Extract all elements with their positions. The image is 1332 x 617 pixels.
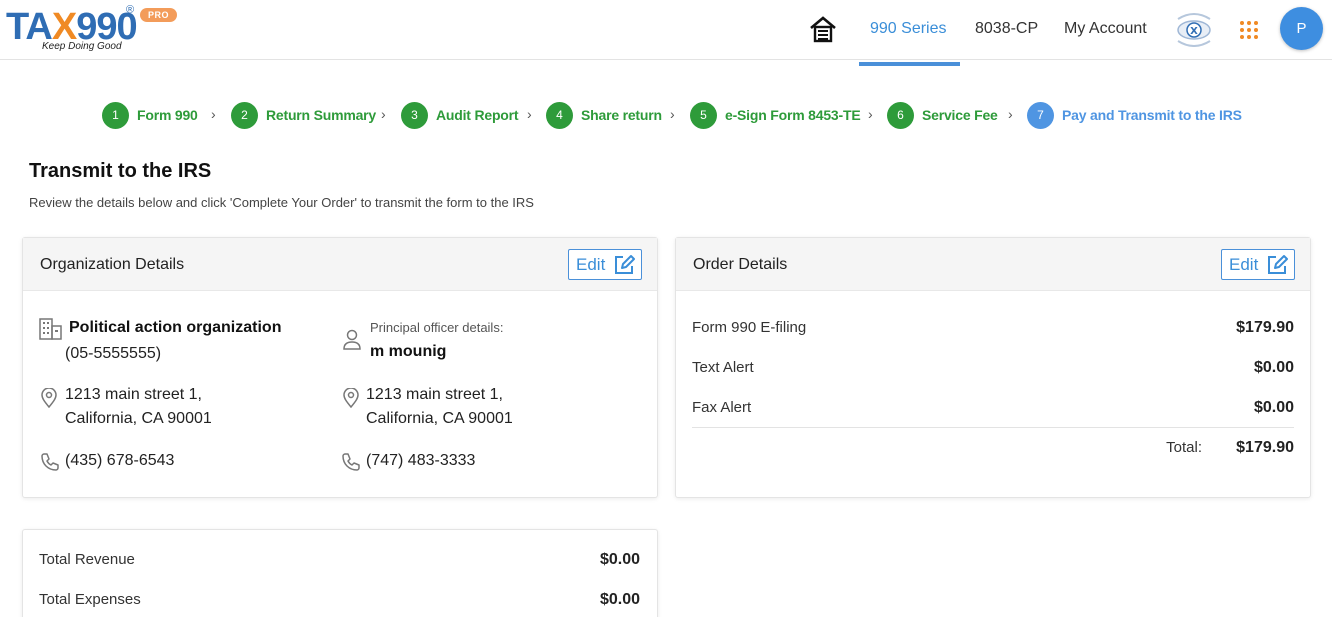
edit-order-button[interactable]: Edit (1221, 249, 1295, 280)
step-number: 4 (546, 101, 573, 129)
svg-text:X: X (1190, 26, 1198, 37)
step-return-summary[interactable]: 2 Return Summary (231, 100, 376, 130)
tax990-logo[interactable]: TAX990 ® PRO Keep Doing Good (6, 4, 186, 56)
step-audit-report[interactable]: 3 Audit Report (401, 100, 519, 130)
step-number: 7 (1027, 101, 1054, 129)
product-switch-icon[interactable]: X (1172, 11, 1216, 47)
order-item-label: Form 990 E-filing (692, 319, 807, 336)
principal-officer-label: Principal officer details: (370, 320, 504, 335)
step-label: Pay and Transmit to the IRS (1062, 107, 1242, 123)
organization-name: Political action organization (69, 319, 282, 336)
officer-address-line1: 1213 main street 1, (366, 386, 503, 403)
step-number: 3 (401, 101, 428, 129)
organization-address-line1: 1213 main street 1, (65, 386, 202, 403)
total-expenses-label: Total Expenses (39, 591, 141, 608)
page-title: Transmit to the IRS (29, 160, 212, 182)
step-label: Audit Report (436, 107, 519, 123)
card-header: Order Details Edit (676, 238, 1310, 291)
organization-phone: (435) 678-6543 (65, 452, 175, 469)
chevron-right-icon: › (868, 106, 873, 122)
order-details-card: Order Details Edit Form 990 E-filing $17… (675, 237, 1311, 498)
home-icon[interactable] (808, 14, 838, 44)
phone-icon (40, 452, 60, 477)
logo-registered-mark: ® (126, 4, 135, 16)
edit-organization-button[interactable]: Edit (568, 249, 642, 280)
nav-my-account[interactable]: My Account (1064, 20, 1147, 38)
step-label: e-Sign Form 8453-TE (725, 107, 861, 123)
step-number: 5 (690, 101, 717, 129)
total-expenses-value: $0.00 (599, 591, 640, 608)
location-pin-icon (40, 387, 58, 413)
step-esign-8453te[interactable]: 5 e-Sign Form 8453-TE (690, 100, 861, 130)
order-item-label: Text Alert (692, 359, 754, 376)
step-number: 2 (231, 101, 258, 129)
edit-pencil-icon (615, 254, 636, 274)
order-item-value: $0.00 (1253, 359, 1294, 376)
card-title: Organization Details (40, 256, 185, 273)
total-revenue-label: Total Revenue (39, 551, 135, 568)
edit-label: Edit (1229, 254, 1259, 274)
order-total-label: Total: (1166, 439, 1202, 456)
logo-pro-badge: PRO (140, 8, 178, 22)
step-label: Form 990 (137, 107, 198, 123)
financial-summary-card: Total Revenue $0.00 Total Expenses $0.00 (22, 529, 658, 617)
nav-8038-cp[interactable]: 8038-CP (975, 20, 1038, 38)
officer-phone: (747) 483-3333 (366, 452, 476, 469)
order-item-label: Fax Alert (692, 399, 752, 416)
organization-ein: (05-5555555) (65, 345, 162, 362)
step-share-return[interactable]: 4 Share return (546, 100, 662, 130)
logo-tagline: Keep Doing Good (42, 41, 122, 52)
location-pin-icon (342, 387, 360, 413)
top-header: TAX990 ® PRO Keep Doing Good 990 Series … (0, 0, 1332, 66)
total-revenue-value: $0.00 (599, 551, 640, 568)
officer-address-line2: California, CA 90001 (366, 410, 513, 427)
nav-active-underline (859, 62, 960, 66)
person-icon (342, 329, 362, 356)
step-form-990[interactable]: 1 Form 990 (102, 100, 198, 130)
chevron-right-icon: › (1008, 106, 1013, 122)
chevron-right-icon: › (527, 106, 532, 122)
step-service-fee[interactable]: 6 Service Fee (887, 100, 998, 130)
page-subtitle: Review the details below and click 'Comp… (29, 195, 534, 210)
card-title: Order Details (693, 256, 788, 273)
apps-grid-icon[interactable] (1239, 20, 1259, 40)
order-item-value: $0.00 (1253, 399, 1294, 416)
order-item-value: $179.90 (1236, 319, 1294, 336)
card-header: Organization Details Edit (23, 238, 657, 291)
progress-stepper: 1 Form 990 › 2 Return Summary › 3 Audit … (0, 100, 1332, 132)
edit-pencil-icon (1268, 254, 1289, 274)
user-avatar[interactable]: P (1280, 7, 1323, 50)
phone-icon (341, 452, 361, 477)
step-number: 1 (102, 101, 129, 129)
step-label: Share return (581, 107, 662, 123)
step-label: Service Fee (922, 107, 998, 123)
step-label: Return Summary (266, 107, 377, 123)
organization-address-line2: California, CA 90001 (65, 410, 212, 427)
chevron-right-icon: › (670, 106, 675, 122)
chevron-right-icon: › (211, 106, 216, 122)
step-number: 6 (887, 101, 914, 129)
step-pay-transmit[interactable]: 7 Pay and Transmit to the IRS (1027, 100, 1242, 130)
building-icon (39, 318, 63, 345)
organization-details-card: Organization Details Edit Political acti… (22, 237, 658, 498)
chevron-right-icon: › (381, 106, 386, 122)
nav-990-series[interactable]: 990 Series (870, 20, 947, 38)
order-total-value: $179.90 (1236, 439, 1294, 456)
principal-officer-name: m mounig (370, 343, 447, 360)
order-divider (692, 427, 1294, 428)
edit-label: Edit (576, 254, 606, 274)
